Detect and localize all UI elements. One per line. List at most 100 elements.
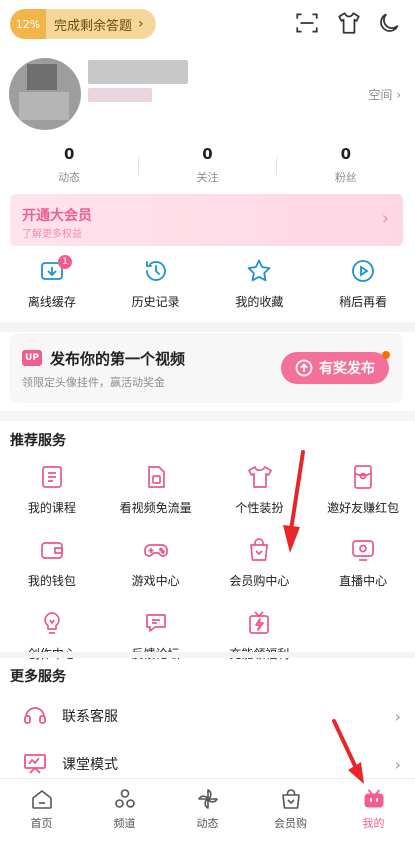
history-icon	[145, 261, 166, 281]
quick-action-label: 离线缓存	[27, 295, 76, 309]
red-packet-icon	[354, 465, 372, 489]
shopping-bag-icon	[281, 789, 300, 809]
service-label: 我的课程	[27, 501, 76, 515]
tv-icon	[364, 789, 383, 808]
tshirt-icon[interactable]	[336, 10, 362, 36]
stat-followers[interactable]: 0 粉丝	[277, 145, 415, 187]
quick-history[interactable]: 历史记录	[104, 257, 208, 315]
quick-favorites[interactable]: 我的收藏	[208, 257, 312, 315]
stat-value: 0	[63, 145, 75, 163]
tab-label: 会员购	[274, 817, 307, 830]
stat-label: 动态	[58, 171, 81, 184]
quick-action-label: 历史记录	[131, 295, 180, 309]
recommended-grid: 我的课程 看视频免流量 个性装扮 邀好友赚红包 我的钱包 游戏中心 会员购中心 …	[0, 463, 415, 662]
pinwheel-icon	[197, 789, 218, 809]
vip-title: 开通大会员	[22, 208, 92, 224]
classroom-icon	[24, 754, 46, 774]
stat-label: 粉丝	[334, 171, 357, 184]
section-divider	[0, 322, 415, 332]
quick-offline-cache[interactable]: 1 离线缓存	[0, 255, 104, 315]
service-label: 个性装扮	[235, 501, 284, 515]
watch-later-icon	[352, 260, 375, 282]
service-label: 游戏中心	[131, 574, 180, 588]
tab-label: 频道	[113, 817, 136, 830]
section-divider	[0, 411, 415, 421]
upload-subtitle: 领限定头像挂件，赢活动奖金	[22, 376, 165, 389]
publish-reward-button[interactable]: 有奖发布	[281, 351, 390, 384]
bulb-icon	[44, 612, 60, 634]
quick-actions: 1 离线缓存 历史记录 我的收藏 稍后再看	[0, 255, 415, 315]
service-label: 我的钱包	[27, 574, 76, 588]
recommended-title: 推荐服务	[10, 433, 66, 449]
tab-mall[interactable]: 会员购	[249, 779, 332, 843]
service-game-center[interactable]: 游戏中心	[104, 536, 208, 589]
quick-watch-later[interactable]: 稍后再看	[311, 257, 415, 315]
quiz-label: 完成剩余答题	[54, 18, 133, 34]
more-row-label: 课堂模式	[62, 757, 118, 773]
notification-badge: 1	[58, 255, 72, 269]
chevron-right-icon: ›	[138, 16, 144, 32]
tab-dynamics[interactable]: 动态	[166, 779, 249, 843]
tab-mine[interactable]: 我的	[332, 779, 415, 843]
tab-label: 首页	[30, 817, 53, 830]
gift-bolt-icon	[249, 611, 270, 634]
up-badge: UP	[22, 350, 42, 366]
chevron-right-icon: ›	[381, 208, 389, 229]
more-services-title: 更多服务	[10, 669, 66, 685]
quiz-progress-pill[interactable]: 12% 完成剩余答题 ›	[10, 9, 156, 39]
quick-action-label: 稍后再看	[339, 295, 388, 309]
more-row-customer-service[interactable]: 联系客服 ›	[0, 693, 415, 739]
upload-title: 发布你的第一个视频	[50, 350, 186, 368]
tshirt-icon	[248, 466, 273, 488]
service-my-courses[interactable]: 我的课程	[0, 463, 104, 516]
service-mall-center[interactable]: 会员购中心	[208, 536, 312, 589]
service-label: 邀好友赚红包	[327, 501, 400, 515]
quiz-percent: 12%	[10, 9, 46, 39]
stat-following[interactable]: 0 关注	[138, 145, 276, 187]
stat-value: 0	[340, 145, 352, 163]
service-invite-friends[interactable]: 邀好友赚红包	[311, 463, 415, 516]
chevron-right-icon: ›	[394, 754, 401, 774]
vip-banner[interactable]: 开通大会员 了解更多权益 ›	[10, 194, 403, 246]
sim-card-icon	[147, 466, 165, 488]
shopping-bag-icon	[250, 538, 269, 561]
course-icon	[42, 466, 62, 488]
tab-home[interactable]: 首页	[0, 779, 83, 843]
space-link[interactable]: 空间 ›	[368, 86, 401, 103]
divider	[276, 157, 277, 175]
star-icon	[248, 259, 271, 282]
tab-channel[interactable]: 频道	[83, 779, 166, 843]
vip-subtitle: 了解更多权益	[22, 229, 82, 240]
service-label: 看视频免流量	[119, 501, 192, 515]
chevron-right-icon: ›	[394, 706, 401, 726]
service-label: 直播中心	[339, 574, 388, 588]
quick-action-label: 我的收藏	[235, 295, 284, 309]
divider	[138, 157, 139, 175]
live-tv-icon	[352, 540, 374, 561]
upload-card[interactable]: UP 发布你的第一个视频 领限定头像挂件，赢活动奖金 有奖发布	[10, 333, 403, 403]
gamepad-icon	[143, 544, 168, 557]
headset-icon	[24, 707, 46, 724]
bottom-tab-bar: 首页 频道 动态 会员购 我的	[0, 778, 415, 843]
stat-label: 关注	[196, 171, 219, 184]
tab-label: 我的	[362, 817, 385, 830]
new-dot	[382, 351, 390, 359]
chat-icon	[145, 614, 166, 632]
service-live-center[interactable]: 直播中心	[311, 536, 415, 589]
service-wallet[interactable]: 我的钱包	[0, 536, 104, 589]
scan-icon[interactable]	[294, 10, 320, 36]
tab-label: 动态	[196, 817, 219, 830]
wallet-icon	[41, 542, 63, 559]
service-free-data[interactable]: 看视频免流量	[104, 463, 208, 516]
more-row-label: 联系客服	[62, 709, 118, 725]
service-dressup[interactable]: 个性装扮	[208, 463, 312, 516]
home-icon	[31, 790, 52, 809]
moon-icon[interactable]	[376, 10, 402, 36]
stat-value: 0	[202, 145, 213, 163]
channel-icon	[114, 789, 135, 808]
stat-dynamics[interactable]: 0 动态	[0, 145, 138, 187]
user-tag-blurred	[88, 88, 152, 102]
avatar[interactable]	[9, 58, 81, 130]
service-label: 会员购中心	[229, 574, 290, 588]
section-divider	[0, 652, 415, 658]
